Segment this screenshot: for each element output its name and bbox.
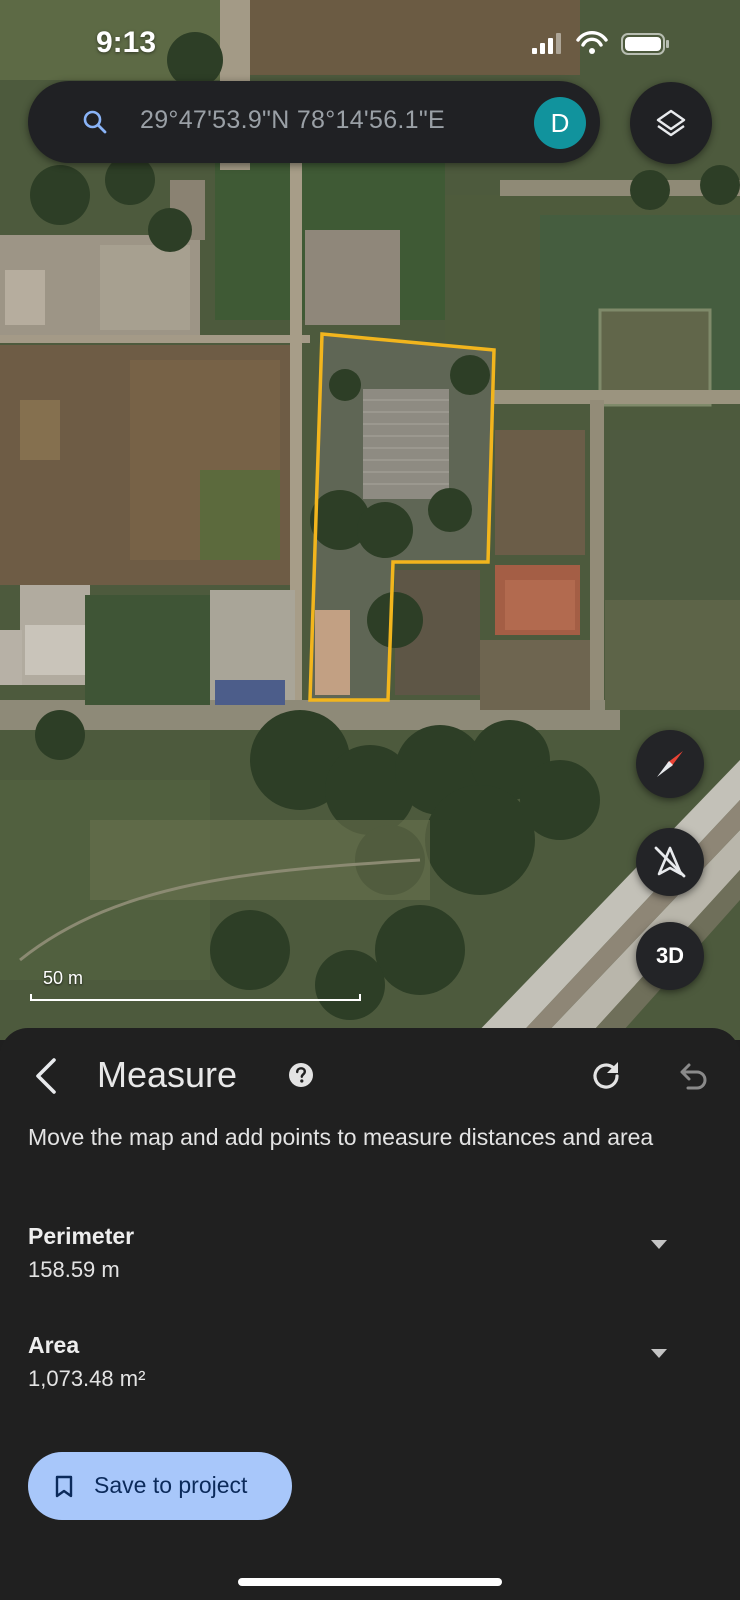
- measure-panel: Measure Move the map and add points to m…: [0, 1028, 740, 1600]
- layers-button[interactable]: [630, 82, 712, 164]
- reset-icon[interactable]: [588, 1058, 624, 1094]
- home-indicator[interactable]: [238, 1578, 502, 1586]
- scale-label: 50 m: [43, 968, 84, 988]
- perimeter-label: Perimeter: [28, 1223, 135, 1249]
- perimeter-row[interactable]: Perimeter 158.59 m: [28, 1223, 708, 1293]
- save-to-project-label: Save to project: [94, 1472, 248, 1498]
- area-row[interactable]: Area 1,073.48 m²: [28, 1332, 708, 1402]
- scale-line: [30, 994, 361, 1001]
- perimeter-value: 158.59 m: [28, 1257, 120, 1282]
- status-bar: 9:13: [0, 0, 740, 90]
- search-bar[interactable]: 29°47'53.9"N 78°14'56.1"E: [28, 81, 600, 163]
- search-coordinates-text[interactable]: 29°47'53.9"N 78°14'56.1"E: [140, 106, 445, 135]
- navigation-off-icon: [654, 846, 686, 878]
- undo-icon[interactable]: [674, 1058, 710, 1094]
- layers-icon: [656, 109, 686, 137]
- map-scale-bar: 50 m: [30, 968, 363, 1001]
- status-icons: [532, 30, 669, 55]
- satellite-map[interactable]: 9:13 29°47'53.9"N 78°14'56.1"E D 3D 50 m: [0, 0, 740, 1040]
- caret-down-icon[interactable]: [650, 1239, 668, 1251]
- compass-button[interactable]: [636, 730, 704, 798]
- panel-title: Measure: [97, 1054, 238, 1095]
- battery-icon: [621, 33, 669, 55]
- back-arrow-icon[interactable]: [22, 1052, 70, 1100]
- cellular-signal-icon: [532, 33, 561, 54]
- 3d-view-button[interactable]: 3D: [636, 922, 704, 990]
- search-icon: [83, 110, 107, 134]
- area-label: Area: [28, 1332, 80, 1358]
- compass-icon: [657, 751, 683, 777]
- tilt-toggle-button[interactable]: [636, 828, 704, 896]
- account-avatar[interactable]: D: [534, 97, 586, 149]
- caret-down-icon[interactable]: [650, 1348, 668, 1360]
- area-value: 1,073.48 m²: [28, 1366, 146, 1391]
- measure-instructions: Move the map and add points to measure d…: [28, 1124, 654, 1150]
- help-icon[interactable]: [288, 1062, 314, 1088]
- wifi-icon: [576, 30, 608, 47]
- bookmark-icon: [55, 1475, 73, 1498]
- status-time: 9:13: [96, 26, 157, 59]
- save-to-project-button[interactable]: Save to project: [28, 1452, 292, 1520]
